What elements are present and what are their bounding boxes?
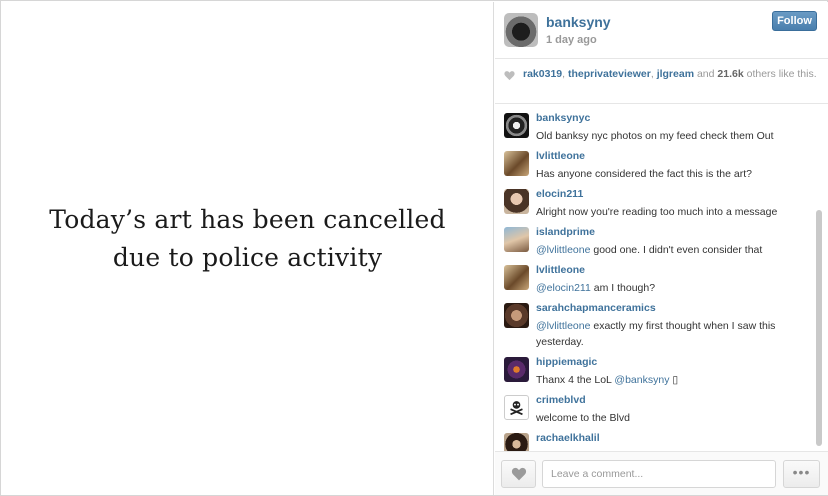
- scrollbar-thumb[interactable]: [816, 210, 822, 446]
- likes-and: and: [694, 68, 718, 80]
- comment-item: banksynyc Old banksy nyc photos on my fe…: [495, 107, 813, 145]
- more-options-button[interactable]: •••: [783, 460, 820, 488]
- avatar[interactable]: [504, 265, 529, 290]
- likes-count[interactable]: 21.6k: [717, 68, 743, 80]
- avatar[interactable]: [504, 357, 529, 382]
- avatar[interactable]: [504, 113, 529, 138]
- comment-text: Has anyone considered the fact this is t…: [536, 168, 752, 180]
- comment-text: @lvlittleone good one. I didn't even con…: [536, 242, 806, 258]
- comment-composer: •••: [495, 451, 828, 495]
- avatar[interactable]: [504, 395, 529, 420]
- comment-item: lvlittleone Has anyone considered the fa…: [495, 145, 813, 183]
- avatar[interactable]: [504, 13, 538, 47]
- comment-body: good one. I didn't even consider that: [590, 244, 763, 256]
- comment-body: am I though?: [590, 282, 656, 294]
- comment-item: crimeblvd welcome to the Blvd: [495, 389, 813, 427]
- comment-text: welcome to the Blvd: [536, 412, 630, 424]
- post-timestamp: 1 day ago: [546, 34, 597, 46]
- avatar[interactable]: [504, 227, 529, 252]
- heart-icon: [504, 71, 515, 81]
- skull-crossbones-icon: [510, 401, 523, 416]
- comment-item: islandprime @lvlittleone good one. I did…: [495, 221, 813, 259]
- comment-item: sarahchapmanceramics @lvlittleone exactl…: [495, 297, 813, 351]
- liker-username[interactable]: jlgream: [657, 68, 694, 80]
- comment-input[interactable]: [542, 460, 776, 488]
- comment-mention[interactable]: @lvlittleone: [536, 320, 590, 332]
- comment-text: Thanx 4 the LoL @banksyny ▯: [536, 372, 806, 388]
- avatar[interactable]: [504, 189, 529, 214]
- comment-username[interactable]: lvlittleone: [536, 150, 585, 162]
- avatar[interactable]: [504, 151, 529, 176]
- comment-body: Thanx 4 the LoL: [536, 374, 615, 386]
- comment-item: lvlittleone @elocin211 am I though?: [495, 259, 813, 297]
- likes-summary: rak0319, theprivateviewer, jlgream and 2…: [495, 60, 828, 104]
- comment-item: elocin211 Alright now you're reading too…: [495, 183, 813, 221]
- likes-text: rak0319, theprivateviewer, jlgream and 2…: [523, 68, 818, 81]
- comment-item: hippiemagic Thanx 4 the LoL @banksyny ▯: [495, 351, 813, 389]
- ellipsis-icon: •••: [792, 464, 811, 480]
- instagram-post-window: Today’s art has been cancelled due to po…: [0, 0, 828, 496]
- heart-icon: [511, 467, 526, 481]
- comment-username[interactable]: hippiemagic: [536, 356, 597, 368]
- comment-username[interactable]: sarahchapmanceramics: [536, 302, 656, 314]
- comment-mention[interactable]: @banksyny: [614, 374, 669, 386]
- avatar[interactable]: [504, 433, 529, 451]
- comment-body: ▯: [669, 374, 679, 386]
- comment-item: rachaelkhalil: [495, 427, 813, 451]
- avatar[interactable]: [504, 303, 529, 328]
- comment-username[interactable]: banksynyc: [536, 112, 590, 124]
- photo-caption-text: Today’s art has been cancelled due to po…: [49, 204, 446, 272]
- comment-username[interactable]: lvlittleone: [536, 264, 585, 276]
- like-button[interactable]: [501, 460, 536, 488]
- comment-username[interactable]: crimeblvd: [536, 394, 586, 406]
- post-sidebar: banksyny 1 day ago Follow rak0319, thepr…: [495, 2, 828, 495]
- comments-list[interactable]: banksynyc Old banksy nyc photos on my fe…: [495, 105, 813, 451]
- comment-text: @lvlittleone exactly my first thought wh…: [536, 318, 806, 350]
- comment-mention[interactable]: @elocin211: [536, 282, 591, 294]
- comment-text: Alright now you're reading too much into…: [536, 206, 778, 218]
- comments-scrollbar[interactable]: [813, 105, 825, 451]
- comment-username[interactable]: rachaelkhalil: [536, 432, 600, 444]
- post-header: banksyny 1 day ago Follow: [495, 2, 828, 59]
- liker-username[interactable]: rak0319: [523, 68, 562, 80]
- follow-button[interactable]: Follow: [772, 11, 817, 31]
- comment-text: @elocin211 am I though?: [536, 280, 806, 296]
- comment-mention[interactable]: @lvlittleone: [536, 244, 590, 256]
- comment-username[interactable]: islandprime: [536, 226, 595, 238]
- likes-suffix: others like this.: [743, 68, 817, 80]
- comment-username[interactable]: elocin211: [536, 188, 583, 200]
- comment-text: Old banksy nyc photos on my feed check t…: [536, 130, 774, 142]
- post-author-username[interactable]: banksyny: [546, 14, 611, 30]
- post-photo[interactable]: Today’s art has been cancelled due to po…: [2, 2, 494, 495]
- liker-username[interactable]: theprivateviewer: [568, 68, 651, 80]
